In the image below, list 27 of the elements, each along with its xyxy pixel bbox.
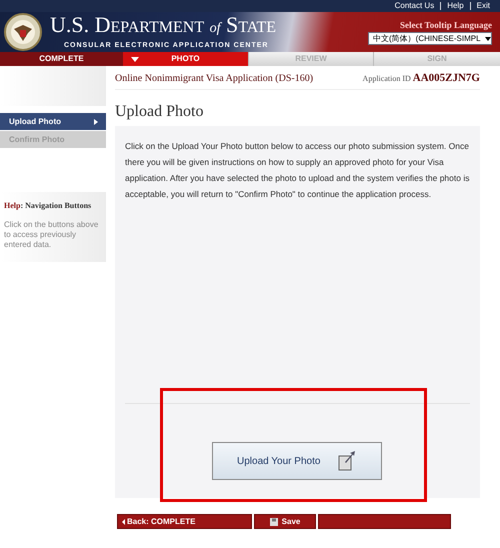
next-button[interactable] [318, 514, 451, 529]
left-triangle-icon [122, 518, 125, 524]
save-button[interactable]: Save [254, 514, 316, 529]
tooltip-language-label: Select Tooltip Language [400, 18, 492, 32]
dropdown-caret-icon [484, 36, 491, 41]
top-link[interactable]: Contact Us [392, 0, 436, 12]
progress-step: SIGN [373, 52, 500, 66]
upload-photo-button[interactable]: Upload Your Photo [212, 442, 382, 480]
seal-icon [4, 13, 42, 51]
down-triangle-icon [131, 57, 139, 62]
upload-arrow-icon [338, 451, 356, 471]
right-triangle-icon [94, 118, 98, 124]
progress-step: COMPLETE [0, 52, 123, 66]
help-text: Click on the buttons above to access previously entered data. [4, 220, 100, 250]
application-id: Application ID AA005ZJN7G [362, 71, 480, 86]
sidebar-item[interactable]: Upload Photo [0, 113, 106, 130]
help-heading: Help: Navigation Buttons [4, 200, 92, 212]
site-title: U.S. DEPARTMENT of STATE [50, 12, 276, 39]
application-title: Online Nonimmigrant Visa Application (DS-160) [115, 72, 314, 86]
instructions-text: Click on the Upload Your Photo button below to access our photo submission system. Once there you will be given instructions on how to supply an approved photo for your Visa application. After you have selected the photo to upload and the system verifies the photo is acceptable, you will return to "Confirm Photo" to continue the application process. [125, 140, 470, 201]
top-link[interactable]: Help [445, 0, 466, 12]
back-button[interactable]: Back: COMPLETE [117, 514, 252, 529]
language-select[interactable]: 中文(简体）(CHINESE-SIMPL [368, 32, 492, 46]
progress-step: PHOTO [123, 52, 248, 66]
page-title: Upload Photo [115, 102, 204, 122]
progress-step: REVIEW [248, 52, 373, 66]
top-link[interactable]: Exit [474, 0, 492, 12]
